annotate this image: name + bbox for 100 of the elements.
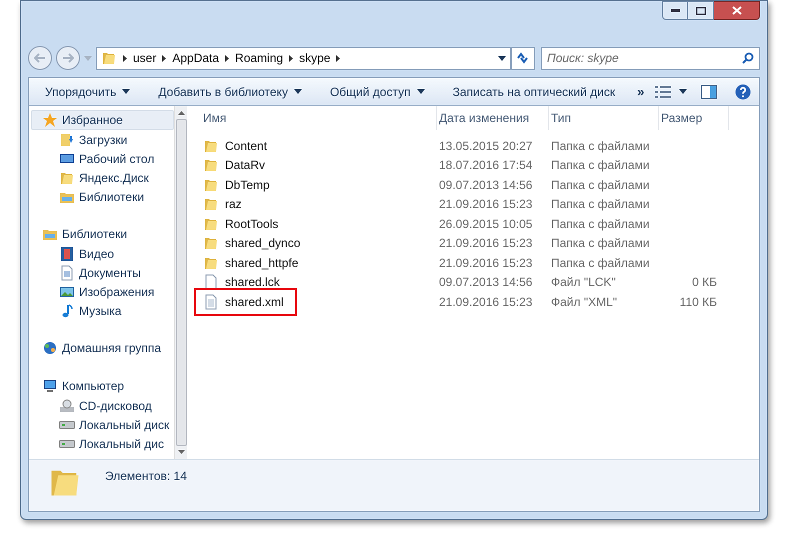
refresh-arrows-icon (516, 52, 530, 64)
cd-drive-icon (59, 398, 75, 414)
table-cell-text: Файл "LCK" (550, 274, 617, 292)
breadcrumb[interactable]: user (133, 49, 156, 67)
column-header[interactable]: Размер (659, 106, 729, 130)
caret-icon (679, 89, 687, 94)
nav-item[interactable]: Домашняя группа (31, 338, 174, 358)
document-icon (59, 264, 75, 280)
maximize-button[interactable] (688, 1, 714, 20)
nav-item[interactable]: Яндекс.Диск (31, 168, 174, 187)
nav-item[interactable]: Видео (31, 244, 174, 263)
table-cell-text: Папка с файлами (550, 138, 651, 155)
nav-item[interactable]: Загрузки (31, 130, 174, 149)
highlighted-file-name[interactable]: shared.xml (199, 292, 292, 311)
scroll-up-icon (178, 111, 184, 115)
folder-icon (101, 50, 117, 66)
file-name[interactable]: shared.lck (201, 273, 282, 292)
toolbar-button[interactable]: Добавить в библиотеку (158, 82, 302, 100)
nav-item[interactable]: Библиотеки (31, 187, 174, 206)
more-button[interactable]: » (637, 82, 644, 102)
column-header[interactable]: Тип (549, 106, 659, 130)
help-icon (735, 84, 751, 100)
scrollbar-thumb[interactable] (176, 119, 186, 446)
chevron-icon (289, 54, 294, 62)
file-name[interactable]: DbTemp (201, 176, 272, 194)
chevron-icon (123, 54, 127, 62)
nav-item[interactable]: CD-дисковод (31, 396, 174, 415)
address-bar[interactable]: user AppData Roaming skype (96, 46, 511, 70)
minimize-button[interactable] (662, 1, 688, 20)
table-cell-text: Папка с файлами (550, 196, 651, 214)
file-name[interactable]: Content (201, 136, 270, 155)
toolbar-button[interactable]: Упорядочить (45, 82, 130, 100)
nav-item[interactable]: Компьютер (31, 376, 174, 396)
hard-drive-icon (59, 420, 75, 428)
nav-item[interactable]: Локальный диск (31, 415, 174, 434)
scrollbar[interactable] (174, 106, 187, 459)
table-cell-text: Папка с файлами (550, 157, 651, 174)
table-cell-text: Папка с файлами (550, 216, 651, 233)
table-cell-text: 09.07.2013 14:56 (438, 176, 534, 194)
folder-icon (203, 157, 219, 174)
table-cell-text: 110 КБ (678, 294, 717, 311)
homegroup-icon (42, 340, 58, 356)
file-icon (203, 274, 219, 290)
table-cell-text: 26.09.2015 10:05 (438, 216, 534, 233)
nav-item[interactable]: Музыка (31, 301, 174, 320)
maximize-icon (696, 6, 706, 14)
breadcrumb[interactable]: AppData (172, 49, 220, 67)
nav-item[interactable]: Документы (31, 263, 174, 282)
nav-item[interactable]: Локальный дис (31, 434, 174, 453)
table-cell-text: 18.07.2016 17:54 (438, 157, 534, 174)
nav-item[interactable]: Изображения (31, 282, 174, 301)
preview-pane-button[interactable] (701, 84, 717, 98)
file-name[interactable]: RootTools (201, 214, 280, 233)
close-icon (732, 6, 742, 15)
star-icon (42, 112, 58, 128)
recent-caret-icon (84, 56, 92, 60)
file-name[interactable]: DataRv (201, 156, 268, 174)
computer-icon (42, 378, 58, 394)
toolbar-button[interactable]: Записать на оптический диск (452, 82, 616, 100)
column-header[interactable]: Имя (201, 106, 437, 130)
table-cell-text: 21.09.2016 15:23 (438, 254, 534, 272)
details-view-icon (655, 86, 671, 98)
table-cell-text: Папка с файлами (550, 254, 651, 272)
scroll-down-icon (178, 450, 184, 454)
table-cell-text: Папка с файлами (550, 235, 651, 252)
breadcrumb[interactable]: Roaming (235, 49, 284, 67)
text-file-icon (203, 294, 219, 310)
close-button[interactable] (714, 1, 760, 20)
chevron-icon (225, 54, 230, 62)
preview-pane-icon (701, 84, 717, 98)
folder-icon (203, 196, 219, 212)
table-cell-text: 21.09.2016 15:23 (438, 235, 534, 252)
chevron-icon (162, 54, 166, 62)
nav-item[interactable]: Рабочий стол (31, 149, 174, 168)
hard-drive-icon (59, 440, 75, 448)
table-cell-text: Файл "XML" (550, 294, 618, 311)
view-options-button[interactable] (655, 86, 687, 98)
table-cell-text: 09.07.2013 14:56 (438, 274, 534, 292)
caret-icon (498, 56, 506, 60)
chevron-icon (336, 54, 340, 62)
search-icon (742, 52, 754, 64)
table-cell-text: 0 КБ (691, 274, 717, 292)
table-cell-text: 21.09.2016 15:23 (438, 294, 534, 311)
refresh-button[interactable] (511, 46, 535, 70)
file-name[interactable]: raz (201, 195, 244, 214)
table-cell-text: 13.05.2015 20:27 (438, 138, 534, 155)
film-icon (59, 246, 75, 262)
table-cell-text: Папка с файлами (550, 176, 651, 194)
breadcrumb[interactable]: skype (299, 49, 330, 67)
file-name[interactable]: shared_httpfe (201, 254, 300, 272)
help-button[interactable] (735, 84, 751, 100)
search-field[interactable]: Поиск: skype (541, 46, 760, 70)
file-name[interactable]: shared_dynco (201, 234, 302, 252)
toolbar-button[interactable]: Общий доступ (330, 82, 425, 100)
nav-item[interactable]: Библиотеки (31, 224, 174, 244)
table-cell-text: 21.09.2016 15:23 (438, 196, 534, 214)
back-arrow-icon (34, 53, 46, 63)
folder-icon (203, 235, 219, 252)
column-header[interactable]: Дата изменения (437, 106, 549, 130)
nav-item[interactable]: Избранное (31, 110, 174, 130)
